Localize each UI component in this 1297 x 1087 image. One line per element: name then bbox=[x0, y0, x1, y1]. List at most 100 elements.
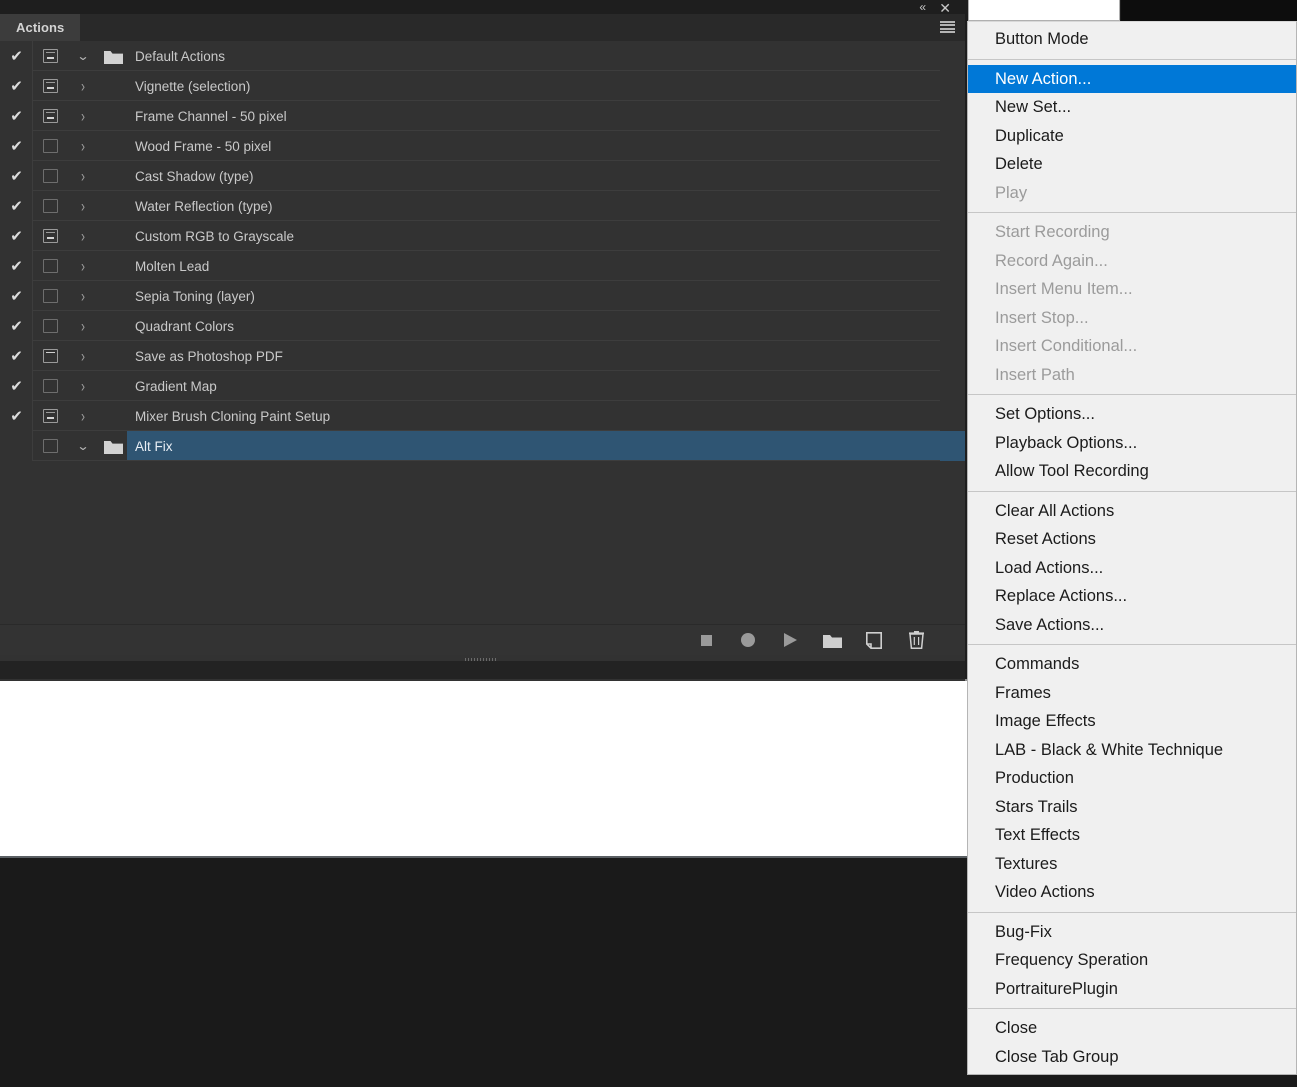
dialog-toggle-box-minus bbox=[42, 409, 58, 423]
menu-item[interactable]: Video Actions bbox=[968, 878, 1296, 907]
play-icon[interactable] bbox=[779, 629, 801, 651]
checkmark-icon[interactable]: ✔ bbox=[0, 101, 33, 131]
checkmark-icon[interactable]: ✔ bbox=[0, 191, 33, 221]
menu-item[interactable]: Commands bbox=[968, 650, 1296, 679]
menu-item[interactable]: Delete bbox=[968, 150, 1296, 179]
action-row[interactable]: ✔ › Wood Frame - 50 pixel bbox=[0, 131, 965, 161]
dialog-toggle-icon[interactable] bbox=[33, 191, 67, 221]
action-row-label-wrap: Sepia Toning (layer) bbox=[127, 281, 965, 311]
dialog-toggle-icon[interactable] bbox=[33, 131, 67, 161]
checkmark-icon[interactable]: ✔ bbox=[0, 371, 33, 401]
dialog-toggle-icon[interactable] bbox=[33, 221, 67, 251]
panel-menu-icon[interactable] bbox=[940, 21, 955, 33]
chevron-right-icon[interactable]: › bbox=[67, 346, 99, 366]
chevron-right-icon[interactable]: › bbox=[67, 136, 99, 156]
menu-item[interactable]: Close bbox=[968, 1014, 1296, 1043]
menu-item[interactable]: Reset Actions bbox=[968, 525, 1296, 554]
chevron-right-icon[interactable]: › bbox=[67, 226, 99, 246]
checkmark-icon[interactable]: ✔ bbox=[0, 251, 33, 281]
checkmark-icon[interactable]: ✔ bbox=[0, 71, 33, 101]
dialog-toggle-icon[interactable] bbox=[33, 41, 67, 71]
menu-item[interactable]: Set Options... bbox=[968, 400, 1296, 429]
action-row-label-wrap: Cast Shadow (type) bbox=[127, 161, 965, 191]
dialog-toggle-icon[interactable] bbox=[33, 341, 67, 371]
dialog-toggle-icon[interactable] bbox=[33, 281, 67, 311]
stop-icon[interactable] bbox=[695, 629, 717, 651]
collapse-double-arrow-icon[interactable]: « bbox=[919, 1, 926, 13]
checkbox-empty-icon[interactable] bbox=[0, 431, 33, 461]
action-row[interactable]: ✔ › Frame Channel - 50 pixel bbox=[0, 101, 965, 131]
checkmark-icon[interactable]: ✔ bbox=[0, 41, 33, 71]
panel-footer-toolbar bbox=[0, 624, 965, 665]
action-row[interactable]: ✔ › Save as Photoshop PDF bbox=[0, 341, 965, 371]
menu-item[interactable]: New Set... bbox=[968, 93, 1296, 122]
checkmark-icon[interactable]: ✔ bbox=[0, 401, 33, 431]
menu-item[interactable]: Textures bbox=[968, 850, 1296, 879]
dialog-toggle-box-topline bbox=[42, 349, 58, 363]
chevron-down-icon[interactable]: ⌄ bbox=[67, 49, 99, 63]
dialog-toggle-icon[interactable] bbox=[33, 431, 67, 461]
action-row[interactable]: ✔ › Quadrant Colors bbox=[0, 311, 965, 341]
menu-item[interactable]: Frames bbox=[968, 679, 1296, 708]
chevron-right-icon[interactable]: › bbox=[67, 166, 99, 186]
menu-item: Insert Stop... bbox=[995, 308, 1089, 327]
action-row[interactable]: ✔ › Molten Lead bbox=[0, 251, 965, 281]
menu-item[interactable]: Duplicate bbox=[968, 122, 1296, 151]
dialog-toggle-icon[interactable] bbox=[33, 401, 67, 431]
action-row[interactable]: ✔ › Cast Shadow (type) bbox=[0, 161, 965, 191]
action-row[interactable]: ✔ › Sepia Toning (layer) bbox=[0, 281, 965, 311]
chevron-right-icon[interactable]: › bbox=[67, 316, 99, 336]
menu-item[interactable]: Production bbox=[968, 764, 1296, 793]
action-row[interactable]: ✔ ⌄ Default Actions bbox=[0, 41, 965, 71]
new-set-icon[interactable] bbox=[821, 629, 843, 651]
checkmark-icon[interactable]: ✔ bbox=[0, 161, 33, 191]
checkmark-icon[interactable]: ✔ bbox=[0, 221, 33, 251]
menu-item[interactable]: Clear All Actions bbox=[968, 497, 1296, 526]
menu-item[interactable]: Bug-Fix bbox=[968, 918, 1296, 947]
dialog-toggle-icon[interactable] bbox=[33, 71, 67, 101]
action-row[interactable]: ✔ › Water Reflection (type) bbox=[0, 191, 965, 221]
action-row[interactable]: ⌄ Alt Fix bbox=[0, 431, 965, 461]
chevron-right-icon[interactable]: › bbox=[67, 76, 99, 96]
menu-item[interactable]: Image Effects bbox=[968, 707, 1296, 736]
menu-item[interactable]: Playback Options... bbox=[968, 429, 1296, 458]
menu-item[interactable]: Frequency Speration bbox=[968, 946, 1296, 975]
dialog-toggle-icon[interactable] bbox=[33, 251, 67, 281]
action-row-label: Default Actions bbox=[135, 48, 226, 64]
menu-item[interactable]: Stars Trails bbox=[968, 793, 1296, 822]
chevron-right-icon[interactable]: › bbox=[67, 106, 99, 126]
trash-icon[interactable] bbox=[905, 629, 927, 651]
checkmark-icon[interactable]: ✔ bbox=[0, 341, 33, 371]
checkmark-icon[interactable]: ✔ bbox=[0, 281, 33, 311]
chevron-right-icon[interactable]: › bbox=[67, 286, 99, 306]
dialog-toggle-icon[interactable] bbox=[33, 101, 67, 131]
action-row[interactable]: ✔ › Gradient Map bbox=[0, 371, 965, 401]
action-row[interactable]: ✔ › Vignette (selection) bbox=[0, 71, 965, 101]
tab-actions[interactable]: Actions bbox=[0, 14, 81, 41]
dialog-toggle-icon[interactable] bbox=[33, 161, 67, 191]
checkmark-icon[interactable]: ✔ bbox=[0, 131, 33, 161]
menu-item[interactable]: Close Tab Group bbox=[968, 1043, 1296, 1072]
menu-item[interactable]: Allow Tool Recording bbox=[968, 457, 1296, 486]
action-row[interactable]: ✔ › Custom RGB to Grayscale bbox=[0, 221, 965, 251]
dialog-toggle-icon[interactable] bbox=[33, 311, 67, 341]
menu-item[interactable]: New Action... bbox=[968, 64, 1296, 93]
dialog-toggle-icon[interactable] bbox=[33, 371, 67, 401]
chevron-right-icon[interactable]: › bbox=[67, 196, 99, 216]
menu-item[interactable]: Save Actions... bbox=[968, 611, 1296, 640]
menu-item[interactable]: Load Actions... bbox=[968, 554, 1296, 583]
menu-item[interactable]: Replace Actions... bbox=[968, 582, 1296, 611]
record-icon[interactable] bbox=[737, 629, 759, 651]
checkmark-icon[interactable]: ✔ bbox=[0, 311, 33, 341]
menu-item[interactable]: PortraiturePlugin bbox=[968, 975, 1296, 1004]
chevron-right-icon[interactable]: › bbox=[67, 406, 99, 426]
action-row[interactable]: ✔ › Mixer Brush Cloning Paint Setup bbox=[0, 401, 965, 431]
chevron-right-icon[interactable]: › bbox=[67, 376, 99, 396]
close-icon[interactable]: ✕ bbox=[939, 1, 951, 15]
chevron-right-icon[interactable]: › bbox=[67, 256, 99, 276]
new-action-icon[interactable] bbox=[863, 629, 885, 651]
chevron-down-icon[interactable]: ⌄ bbox=[67, 439, 99, 453]
menu-item[interactable]: Text Effects bbox=[968, 821, 1296, 850]
menu-item[interactable]: LAB - Black & White Technique bbox=[968, 736, 1296, 765]
menu-item[interactable]: Button Mode bbox=[968, 25, 1296, 54]
